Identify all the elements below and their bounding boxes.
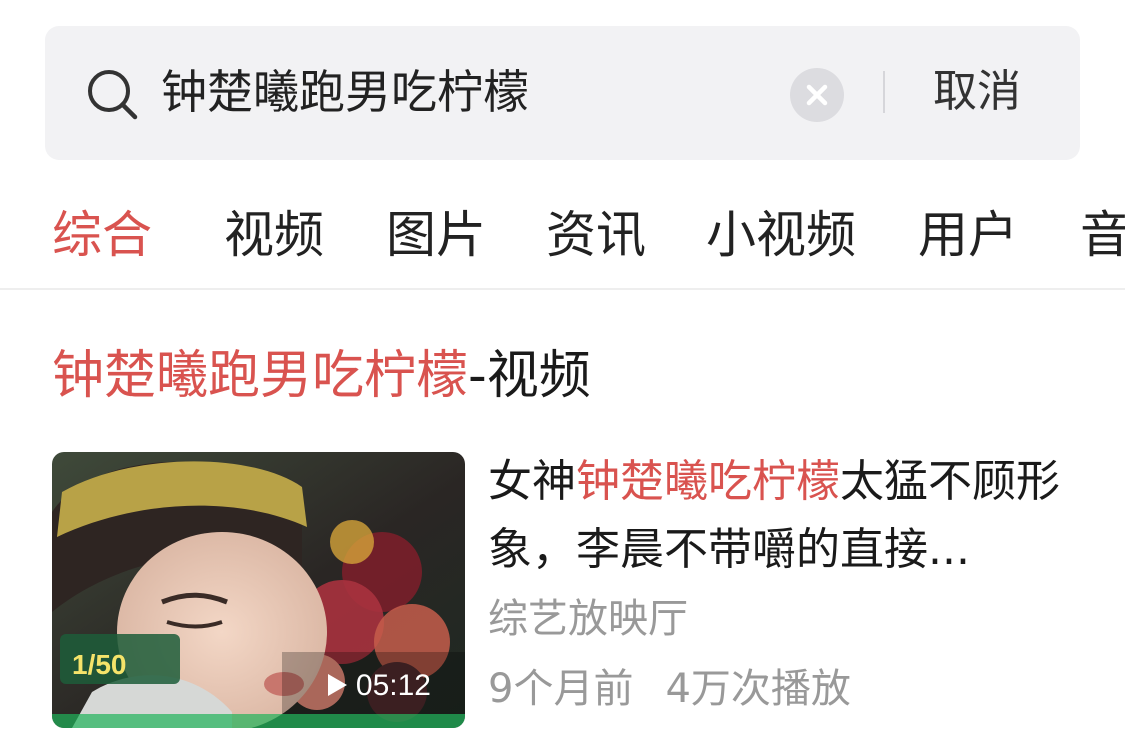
- play-icon: [327, 674, 347, 696]
- tab-users[interactable]: 用户: [918, 202, 1018, 268]
- video-title-prefix: 女神: [488, 456, 576, 507]
- duration-text: 05:12: [355, 669, 431, 702]
- thumbnail-score-text: 1/50: [72, 649, 127, 680]
- video-duration: 05:12: [326, 666, 431, 706]
- search-input[interactable]: 钟楚曦跑男吃柠檬: [161, 56, 529, 128]
- tab-general[interactable]: 综合: [52, 202, 152, 268]
- video-meta: 9个月前 4万次播放: [488, 660, 851, 718]
- section-title-highlight: 钟楚曦跑男吃柠檬: [52, 346, 469, 406]
- tab-images[interactable]: 图片: [386, 202, 486, 268]
- clear-search-button[interactable]: [790, 68, 844, 122]
- video-source[interactable]: 综艺放映厅: [488, 590, 688, 648]
- search-icon: [88, 70, 138, 120]
- tab-short-video[interactable]: 小视频: [706, 202, 856, 268]
- category-tabs: 综合 视频 图片 资讯 小视频 用户 音: [0, 180, 1125, 290]
- cancel-button[interactable]: 取消: [933, 56, 1021, 128]
- tab-video[interactable]: 视频: [224, 202, 324, 268]
- video-play-count: 4万次播放: [665, 666, 851, 712]
- tab-news[interactable]: 资讯: [546, 202, 646, 268]
- tab-music[interactable]: 音: [1080, 202, 1125, 268]
- section-title-suffix: -视频: [468, 346, 591, 406]
- search-bar: 钟楚曦跑男吃柠檬 取消: [45, 26, 1080, 160]
- section-title[interactable]: 钟楚曦跑男吃柠檬-视频: [52, 340, 591, 412]
- video-title[interactable]: 女神钟楚曦吃柠檬太猛不顾形象，李晨不带嚼的直接...: [488, 448, 1088, 584]
- close-icon: [806, 84, 828, 106]
- video-thumbnail[interactable]: 1/50 05:12: [52, 452, 465, 728]
- video-title-highlight: 钟楚曦吃柠檬: [576, 456, 840, 507]
- video-age: 9个月前: [488, 666, 634, 712]
- search-divider: [883, 71, 885, 113]
